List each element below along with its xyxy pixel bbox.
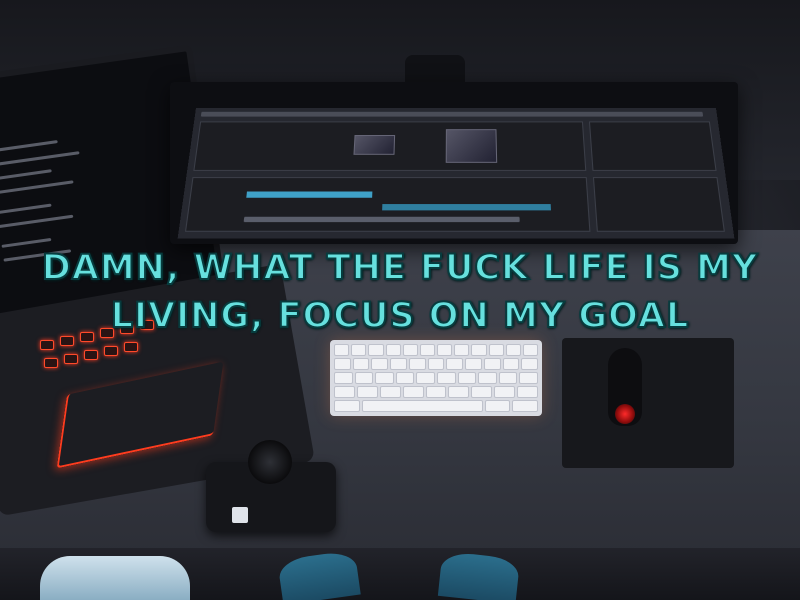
caption-line-2: LIVING, FOCUS ON MY GOAL [110,295,690,337]
laptop-key [40,340,54,350]
laptop-key [84,350,98,360]
monitor-stand [405,55,465,85]
laptop-key [64,354,78,364]
mouse-led [615,404,635,424]
desk-setup-photo: DAMN, WHAT THE FUCK LIFE IS MY LIVING, F… [0,0,800,600]
caption-text: DAMN, WHAT THE FUCK LIFE IS MY LIVING, F… [20,244,780,340]
laptop-key [44,358,58,368]
laptop-key [124,342,138,352]
shoe [40,556,190,600]
laptop-key [104,346,118,356]
camera-badge [232,507,248,523]
caption-line-1: DAMN, WHAT THE FUCK LIFE IS MY [41,247,759,289]
video-editor-screen [177,108,735,239]
camera-lens [248,440,292,484]
monitor [170,82,738,244]
mousepad [562,338,734,468]
mechanical-keyboard [330,340,542,416]
